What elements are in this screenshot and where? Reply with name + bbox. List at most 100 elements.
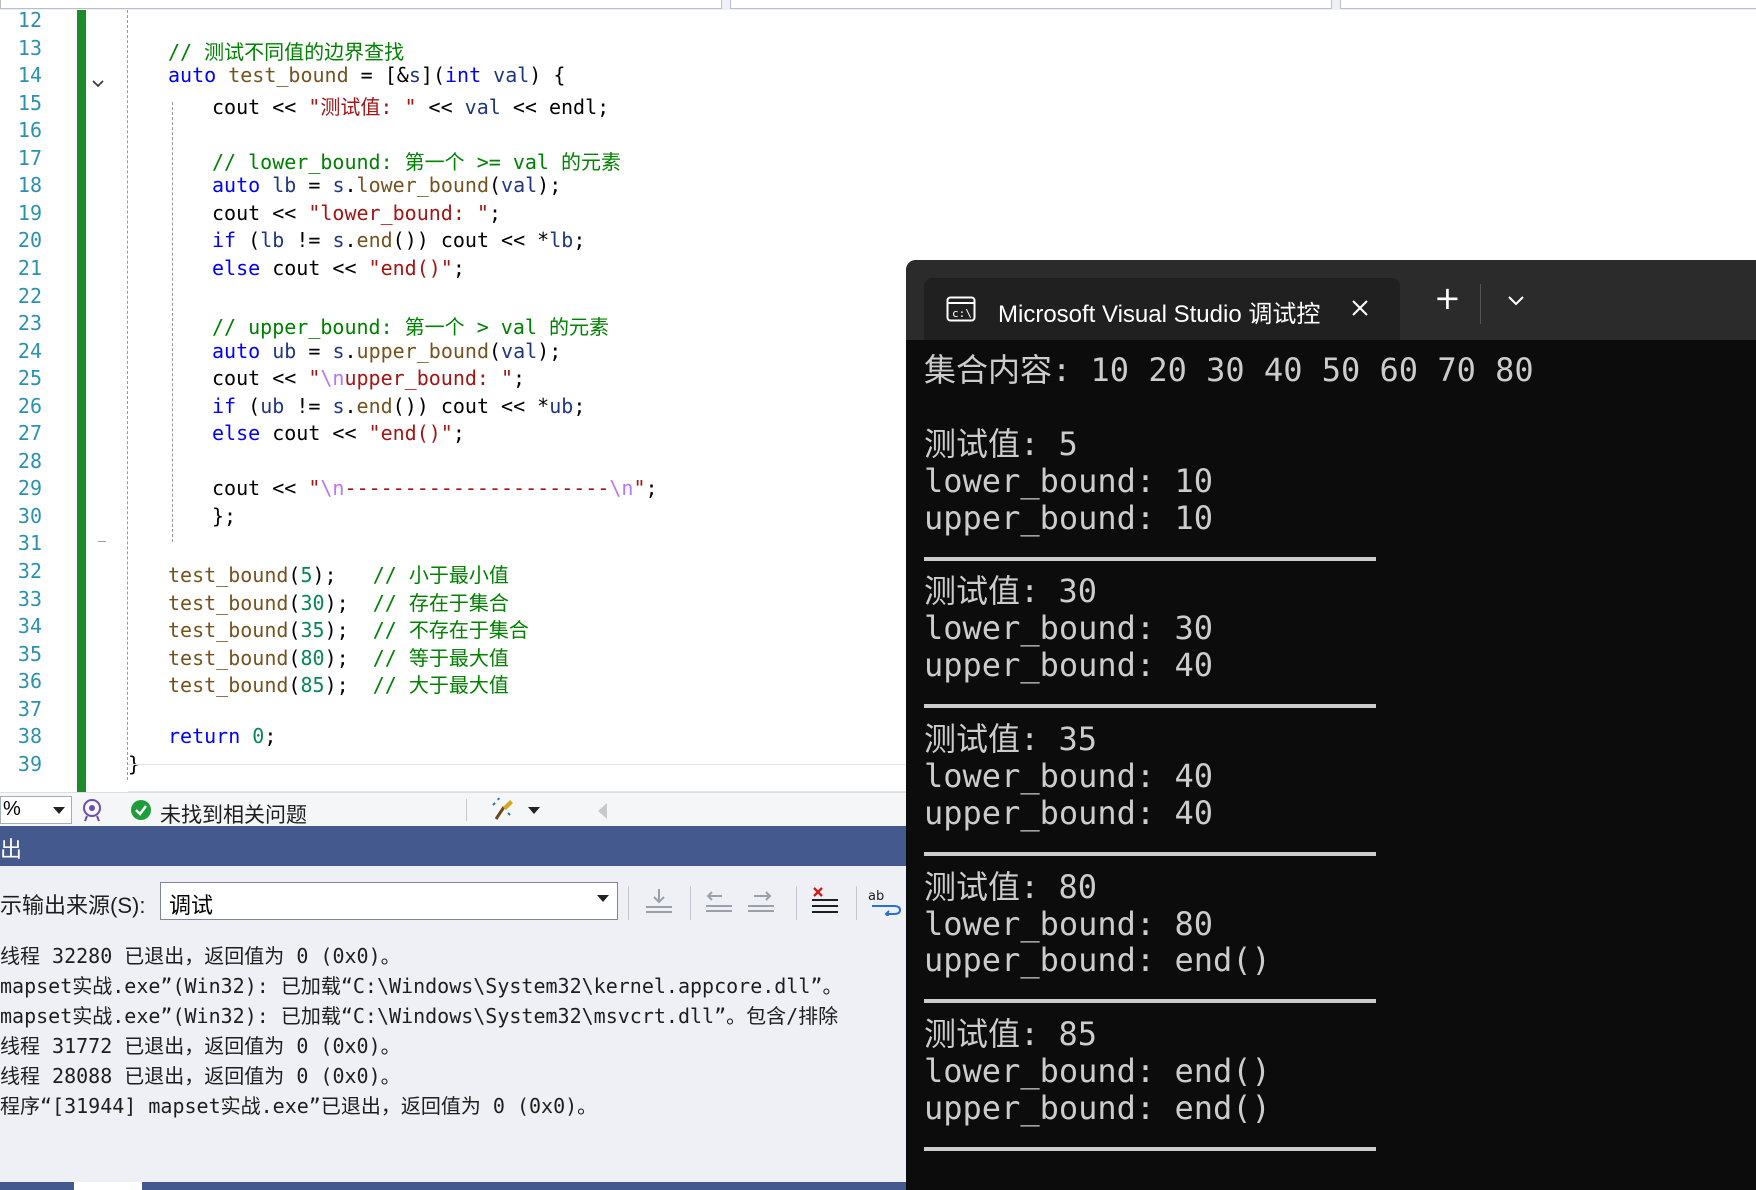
chevron-down-icon[interactable] bbox=[528, 807, 540, 814]
code-line: else cout << "end()"; bbox=[212, 421, 465, 446]
new-tab-button[interactable]: + bbox=[1434, 282, 1461, 314]
collapse-chevron-icon[interactable] bbox=[91, 76, 105, 90]
code-line: cout << "测试值: " << val << endl; bbox=[212, 94, 610, 119]
chevron-down-icon bbox=[597, 895, 609, 902]
line-number: 38 bbox=[17, 724, 42, 749]
console-output[interactable]: 集合内容: 10 20 30 40 50 60 70 80 测试值: 5 lower… bbox=[906, 340, 1756, 1190]
clear-all-icon[interactable] bbox=[808, 886, 842, 916]
console-output-line: 测试值: 5 bbox=[924, 424, 1078, 463]
output-panel-header: 出 bbox=[0, 826, 906, 866]
line-number: 20 bbox=[17, 228, 42, 253]
code-line: auto test_bound = [&s](int val) { bbox=[168, 63, 566, 88]
console-output-line: upper_bound: end() bbox=[924, 941, 1271, 980]
code-line: test_bound(35); // 不存在于集合 bbox=[168, 618, 529, 643]
output-panel-title: 出 bbox=[0, 837, 23, 862]
issues-status-text[interactable]: 未找到相关问题 bbox=[160, 799, 307, 829]
code-line: else cout << "end()"; bbox=[212, 255, 465, 280]
output-source-dropdown[interactable]: 调试 bbox=[160, 882, 618, 920]
console-separator-line bbox=[924, 999, 1376, 1004]
word-wrap-icon[interactable]: ab bbox=[868, 886, 902, 918]
line-number: 21 bbox=[17, 255, 42, 280]
line-number: 15 bbox=[17, 90, 42, 115]
code-line: test_bound(80); // 等于最大值 bbox=[168, 645, 509, 670]
line-number: 22 bbox=[17, 283, 42, 308]
line-number: 39 bbox=[17, 751, 42, 776]
line-number-gutter: 12 13 14 15 16 17 18 19 20 21 22 23 24 25 26 27 28 29 30 31… bbox=[0, 8, 60, 792]
line-number: 14 bbox=[17, 63, 42, 88]
code-line: cout << "\n----------------------\n"; bbox=[212, 476, 658, 501]
console-separator-line bbox=[924, 1146, 1376, 1151]
line-number: 23 bbox=[17, 311, 42, 336]
line-number: 18 bbox=[17, 173, 42, 198]
console-separator-line bbox=[924, 556, 1376, 561]
previous-message-icon[interactable] bbox=[702, 886, 736, 916]
toolbar-divider bbox=[796, 886, 797, 920]
line-number: 37 bbox=[17, 696, 42, 721]
intellicode-icon[interactable] bbox=[80, 797, 104, 827]
code-line: test_bound(5); // 小于最小值 bbox=[168, 563, 509, 587]
block-end-marker bbox=[98, 541, 106, 542]
line-number: 17 bbox=[17, 145, 42, 170]
editor-nav-dropdown[interactable] bbox=[730, 0, 1332, 9]
console-output-line: upper_bound: end() bbox=[924, 1089, 1271, 1127]
debug-console-window[interactable]: c:\ Microsoft Visual Studio 调试控 + 集合内容: … bbox=[906, 260, 1756, 1190]
line-number: 24 bbox=[17, 338, 42, 363]
code-line: }; bbox=[212, 503, 237, 528]
toolbar-divider bbox=[856, 886, 857, 920]
console-output-line: lower_bound: end() bbox=[924, 1052, 1271, 1091]
code-line: auto lb = s.lower_bound(val); bbox=[212, 173, 562, 198]
line-number: 33 bbox=[17, 586, 42, 611]
console-title-bar: c:\ Microsoft Visual Studio 调试控 + bbox=[906, 260, 1756, 340]
bottom-tab-strip bbox=[0, 1182, 906, 1190]
chevron-down-icon[interactable] bbox=[1506, 290, 1526, 314]
line-number: 30 bbox=[17, 503, 42, 528]
code-line: auto ub = s.upper_bound(val); bbox=[212, 338, 562, 363]
change-tracking-bar bbox=[77, 10, 86, 792]
console-separator-line bbox=[924, 704, 1376, 709]
console-output-line: lower_bound: 30 bbox=[924, 609, 1213, 648]
console-tab-title: Microsoft Visual Studio 调试控 bbox=[998, 301, 1321, 328]
line-number: 26 bbox=[17, 393, 42, 418]
output-log-line: 程序“[31944] mapset实战.exe”已退出，返回值为 0 (0x0)… bbox=[0, 1094, 598, 1118]
editor-nav-dropdown[interactable] bbox=[1340, 0, 1756, 9]
toolbar-divider bbox=[690, 886, 691, 920]
line-number: 19 bbox=[17, 200, 42, 225]
line-number: 16 bbox=[17, 118, 42, 143]
code-line: // upper_bound: 第一个 > val 的元素 bbox=[212, 315, 609, 340]
line-number: 35 bbox=[17, 641, 42, 666]
console-output-line: upper_bound: 40 bbox=[924, 646, 1213, 685]
console-app-icon: c:\ bbox=[946, 296, 976, 326]
console-output-line: upper_bound: 40 bbox=[924, 793, 1213, 832]
goto-line-icon[interactable] bbox=[642, 886, 676, 916]
code-line: if (ub != s.end()) cout << *ub; bbox=[212, 393, 586, 418]
console-output-line: lower_bound: 10 bbox=[924, 461, 1213, 500]
close-tab-icon[interactable] bbox=[1350, 298, 1370, 322]
output-toolbar: 示输出来源(S): 调试 ab bbox=[0, 866, 906, 934]
code-line: cout << "lower_bound: "; bbox=[212, 200, 501, 225]
code-cleanup-brush-icon[interactable] bbox=[490, 797, 516, 827]
line-number: 29 bbox=[17, 476, 42, 501]
console-output-line: 测试值: 85 bbox=[924, 1015, 1098, 1054]
scroll-left-icon[interactable] bbox=[598, 803, 607, 819]
editor-status-bar: % 未找到相关问题 bbox=[0, 792, 906, 827]
editor-nav-dropdown[interactable] bbox=[0, 0, 722, 9]
current-line-highlight bbox=[128, 764, 908, 792]
line-number: 28 bbox=[17, 448, 42, 473]
chevron-down-icon bbox=[53, 807, 65, 814]
next-message-icon[interactable] bbox=[744, 886, 778, 916]
console-output-line: upper_bound: 10 bbox=[924, 498, 1213, 537]
line-number: 27 bbox=[17, 421, 42, 446]
output-source-label: 示输出来源(S): bbox=[0, 893, 146, 918]
console-tab[interactable]: c:\ Microsoft Visual Studio 调试控 bbox=[924, 278, 1400, 340]
zoom-dropdown[interactable]: % bbox=[0, 796, 72, 824]
line-number: 31 bbox=[17, 531, 42, 556]
svg-text:c:\: c:\ bbox=[952, 307, 972, 320]
status-divider bbox=[466, 799, 467, 821]
line-number: 36 bbox=[17, 669, 42, 694]
code-line: // 测试不同值的边界查找 bbox=[168, 39, 405, 64]
bottom-tab[interactable] bbox=[74, 1182, 142, 1190]
console-output-line: lower_bound: 80 bbox=[924, 904, 1213, 943]
console-output-line: lower_bound: 40 bbox=[924, 756, 1213, 795]
output-log[interactable]: 线程 32280 已退出，返回值为 0 (0x0)。 mapset实战.exe”(… bbox=[0, 934, 906, 1182]
console-output-line: 集合内容: 10 20 30 40 50 60 70 80 bbox=[924, 351, 1534, 389]
